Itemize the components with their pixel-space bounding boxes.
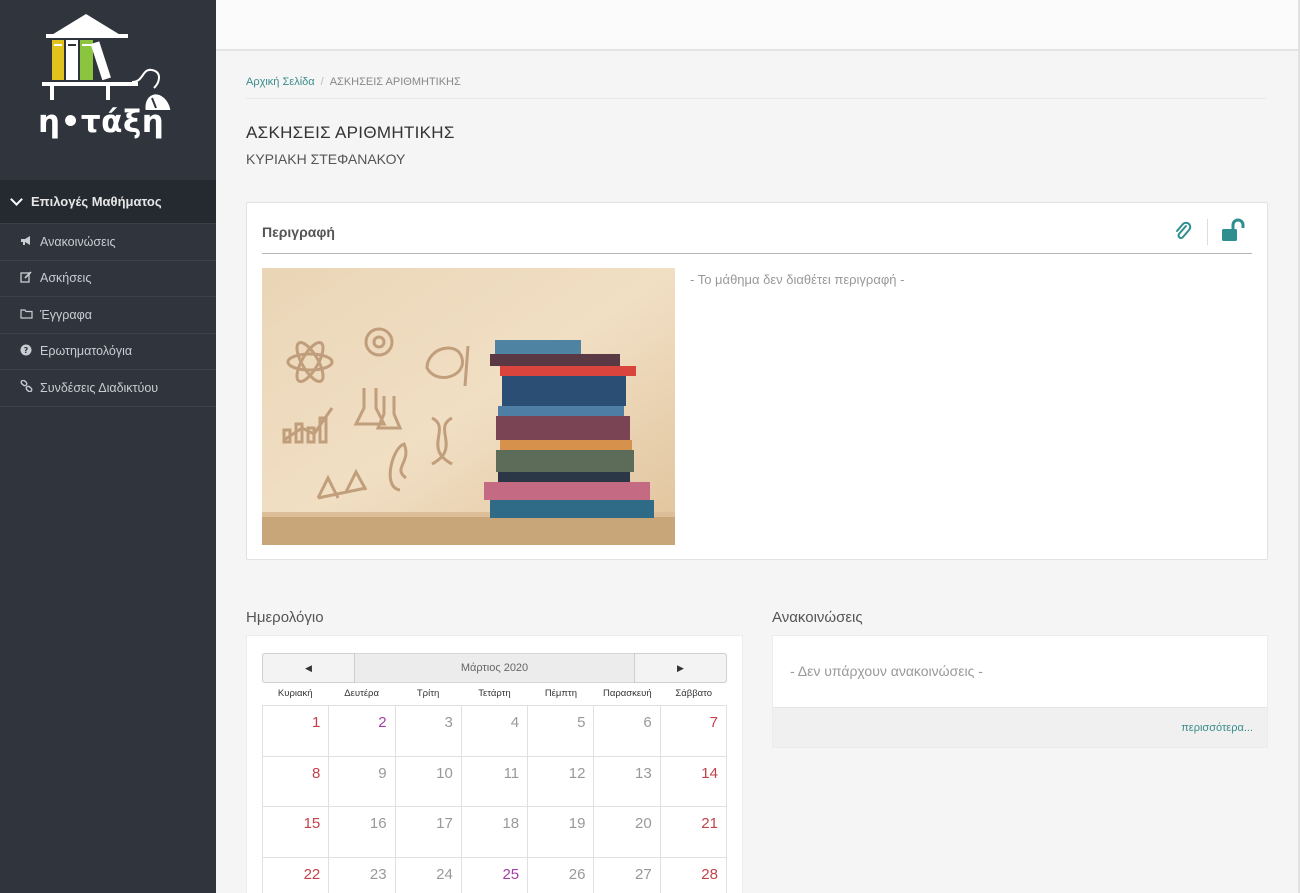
course-image <box>262 268 675 545</box>
course-options-label: Επιλογές Μαθήματος <box>31 194 162 209</box>
sidebar-item-label: Ανακοινώσεις <box>40 234 116 249</box>
weekday-label: Παρασκευή <box>603 688 652 699</box>
calendar-day[interactable]: 19 <box>528 807 595 858</box>
announcements-title: Ανακοινώσεις <box>772 609 863 626</box>
calendar-day[interactable]: 4 <box>461 706 529 757</box>
calendar-day[interactable]: 11 <box>461 756 529 807</box>
weekday-label: Τετάρτη <box>478 688 511 699</box>
logo-icon <box>42 14 171 110</box>
weekday-label: Πέμπτη <box>544 688 577 699</box>
calendar-day[interactable]: 17 <box>395 807 462 858</box>
calendar-day[interactable]: 18 <box>461 807 529 858</box>
weekday-label: Κυριακή <box>277 688 313 699</box>
paperclip-icon[interactable] <box>1174 221 1192 246</box>
divider <box>1207 219 1208 245</box>
calendar-month: Μάρτιος 2020 <box>460 662 529 674</box>
page-title: ΑΣΚΗΣΕΙΣ ΑΡΙΘΜΗΤΙΚΗΣ <box>246 123 455 142</box>
sidebar-item-announcements[interactable]: Ανακοινώσεις <box>0 224 216 261</box>
announcements-panel: - Δεν υπάρχουν ανακοινώσεις - περισσότερ… <box>772 635 1268 748</box>
unlock-icon[interactable] <box>1220 218 1248 249</box>
weekday-label: Σάββατο <box>675 688 713 699</box>
weekday-label: Τρίτη <box>416 688 440 699</box>
calendar-day[interactable]: 10 <box>395 756 462 807</box>
folder-icon <box>18 308 34 322</box>
sidebar-item-assignments[interactable]: Ασκήσεις <box>0 261 216 297</box>
calendar-day[interactable]: 9 <box>329 756 396 807</box>
calendar-day[interactable]: 12 <box>528 756 595 807</box>
calendar-day[interactable]: 13 <box>594 756 661 807</box>
calendar-day[interactable]: 16 <box>329 807 396 858</box>
calendar-day[interactable]: 28 <box>661 857 727 893</box>
sidebar-item-label: Ασκήσεις <box>40 271 92 286</box>
sidebar-item-links[interactable]: Συνδέσεις Διαδικτύου <box>0 370 216 407</box>
calendar-weekdays: Κυριακή Δευτέρα Τρίτη Τετάρτη Πέμπτη Παρ… <box>262 688 727 699</box>
calendar-day[interactable]: 8 <box>263 756 330 807</box>
calendar-day[interactable]: 5 <box>528 706 595 757</box>
calendar-day[interactable]: 3 <box>395 706 462 757</box>
breadcrumb-separator: / <box>320 76 324 88</box>
sidebar-item-documents[interactable]: Έγγραφα <box>0 297 216 334</box>
announcements-footer: περισσότερα... <box>773 707 1267 747</box>
top-bar <box>216 0 1300 51</box>
calendar-next-button[interactable]: ▶ <box>634 653 727 683</box>
svg-text:?: ? <box>24 346 29 355</box>
megaphone-icon <box>18 235 34 249</box>
chevron-down-icon <box>10 192 23 206</box>
calendar-day[interactable]: 2 <box>329 706 396 757</box>
breadcrumb-home-link[interactable]: Αρχική Σελίδα <box>246 76 315 88</box>
link-icon <box>18 379 34 395</box>
calendar-prev-button[interactable]: ◀ <box>262 653 355 683</box>
calendar-day[interactable]: 21 <box>660 807 727 858</box>
calendar-day[interactable]: 15 <box>263 807 330 858</box>
weekday-label: Δευτέρα <box>344 688 379 699</box>
calendar-day[interactable]: 22 <box>263 857 330 893</box>
logo[interactable]: η•τάξη <box>0 0 216 180</box>
sidebar-item-label: Έγγραφα <box>40 307 92 322</box>
no-announcements-text: - Δεν υπάρχουν ανακοινώσεις - <box>790 663 983 679</box>
no-description-text: - Το μάθημα δεν διαθέτει περιγραφή - <box>690 272 905 287</box>
edit-icon <box>18 271 34 286</box>
calendar-title: Ημερολόγιο <box>246 609 324 626</box>
breadcrumb: Αρχική Σελίδα / ΑΣΚΗΣΕΙΣ ΑΡΙΘΜΗΤΙΚΗΣ <box>246 76 461 88</box>
logo-text: η•τάξη <box>38 104 165 140</box>
calendar-day[interactable]: 20 <box>594 807 661 858</box>
question-circle-icon: ? <box>18 344 34 359</box>
calendar-nav: ◀ Μάρτιος 2020 ▶ <box>262 653 727 683</box>
calendar-day[interactable]: 7 <box>660 706 727 757</box>
course-options-header[interactable]: Επιλογές Μαθήματος <box>0 180 216 224</box>
calendar-day[interactable]: 14 <box>660 756 727 807</box>
description-panel: Περιγραφή - Το μάθημα δεν διαθέτει περιγ… <box>246 202 1268 560</box>
calendar-day[interactable]: 25 <box>462 857 529 893</box>
divider <box>246 98 1266 99</box>
chevron-left-icon: ◀ <box>305 662 312 673</box>
calendar-day[interactable]: 24 <box>396 857 462 893</box>
sidebar-item-questionnaires[interactable]: ? Ερωτηματολόγια <box>0 334 216 370</box>
calendar-day[interactable]: 27 <box>594 857 661 893</box>
calendar-day[interactable]: 26 <box>528 857 595 893</box>
course-teacher: ΚΥΡΙΑΚΗ ΣΤΕΦΑΝΑΚΟΥ <box>246 151 406 167</box>
description-header: Περιγραφή <box>262 203 1252 254</box>
calendar-grid: 1 2 3 4 5 6 7 8 9 10 11 12 13 14 15 16 17 18 19 20 21 22 23 24 2… <box>262 705 727 893</box>
chevron-right-icon: ▶ <box>677 662 684 673</box>
calendar-panel: ◀ Μάρτιος 2020 ▶ Κυριακή Δευτέρα Τρίτη Τ… <box>246 635 743 893</box>
sidebar-item-label: Ερωτηματολόγια <box>40 344 133 359</box>
calendar-day[interactable]: 23 <box>329 857 396 893</box>
description-title: Περιγραφή <box>262 224 335 240</box>
more-announcements-link[interactable]: περισσότερα... <box>1181 722 1253 734</box>
breadcrumb-current: ΑΣΚΗΣΕΙΣ ΑΡΙΘΜΗΤΙΚΗΣ <box>329 76 461 88</box>
calendar-day[interactable]: 6 <box>594 706 661 757</box>
sidebar: η•τάξη Επιλογές Μαθήματος Ανακοινώσεις Α… <box>0 0 216 893</box>
sidebar-item-label: Συνδέσεις Διαδικτύου <box>40 380 159 395</box>
calendar-day[interactable]: 1 <box>263 706 330 757</box>
